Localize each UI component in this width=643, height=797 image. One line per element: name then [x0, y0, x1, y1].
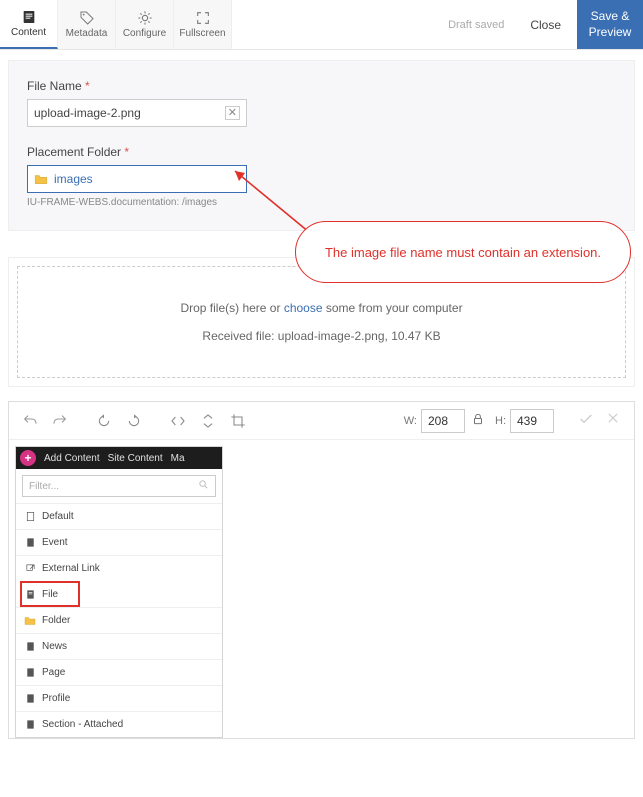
- list-item-file-highlighted: File: [20, 581, 80, 607]
- page-dark-icon: [24, 719, 36, 731]
- dropzone-prompt: Drop file(s) here or choose some from yo…: [180, 301, 462, 315]
- external-link-icon: [24, 563, 36, 575]
- tab-content[interactable]: Content: [0, 0, 58, 49]
- flip-vertical-icon: [200, 413, 216, 429]
- inner-add-content: Add Content: [44, 453, 100, 464]
- folder-icon: [34, 173, 48, 185]
- page-dark-icon: [24, 693, 36, 705]
- redo-icon: [52, 413, 68, 429]
- height-input[interactable]: [510, 409, 554, 433]
- rotate-right-icon: [126, 413, 142, 429]
- file-name-value: upload-image-2.png: [34, 106, 225, 120]
- list-item: Folder: [16, 607, 222, 633]
- fullscreen-icon: [195, 10, 211, 26]
- rotate-right-button[interactable]: [121, 408, 147, 434]
- list-item: News: [16, 633, 222, 659]
- redo-button[interactable]: [47, 408, 73, 434]
- file-name-input[interactable]: upload-image-2.png ✕: [27, 99, 247, 127]
- tab-fullscreen-label: Fullscreen: [179, 28, 225, 39]
- annotation-callout: The image file name must contain an exte…: [295, 221, 631, 283]
- image-editor: W: H: + Add Content Site Content Ma Filt…: [8, 401, 635, 739]
- close-button[interactable]: Close: [514, 0, 577, 49]
- list-item: External Link: [16, 555, 222, 581]
- file-name-label: File Name *: [27, 79, 616, 93]
- tab-metadata[interactable]: Metadata: [58, 0, 116, 49]
- page-icon: [24, 511, 36, 523]
- crop-icon: [230, 413, 246, 429]
- inner-header: + Add Content Site Content Ma: [16, 447, 222, 469]
- choose-link[interactable]: choose: [284, 301, 323, 315]
- aspect-lock-button[interactable]: [465, 412, 491, 429]
- image-preview: + Add Content Site Content Ma Filter... …: [15, 446, 223, 738]
- top-toolbar: Content Metadata Configure Fullscreen Dr…: [0, 0, 643, 50]
- required-star: *: [85, 79, 90, 93]
- flip-horizontal-icon: [170, 413, 186, 429]
- tab-configure-label: Configure: [123, 28, 166, 39]
- placement-folder-picker[interactable]: images: [27, 165, 247, 193]
- toolbar-spacer: [232, 0, 438, 49]
- list-item: Page: [16, 659, 222, 685]
- placement-folder-label: Placement Folder *: [27, 145, 616, 159]
- rotate-left-button[interactable]: [91, 408, 117, 434]
- width-label: W:: [404, 415, 417, 427]
- tab-configure[interactable]: Configure: [116, 0, 174, 49]
- clear-icon[interactable]: ✕: [225, 106, 240, 120]
- search-icon: [198, 479, 209, 493]
- tab-fullscreen[interactable]: Fullscreen: [174, 0, 232, 49]
- inner-trailing: Ma: [171, 453, 185, 464]
- required-star: *: [124, 145, 129, 159]
- editor-toolbar: W: H:: [9, 402, 634, 440]
- cancel-button[interactable]: [600, 411, 626, 430]
- placement-folder-value: images: [54, 172, 93, 186]
- document-icon: [21, 9, 37, 25]
- width-input[interactable]: [421, 409, 465, 433]
- draft-saved-label: Draft saved: [438, 0, 514, 49]
- page-dark-icon: [24, 641, 36, 653]
- list-item: Event: [16, 529, 222, 555]
- form-panel: File Name * upload-image-2.png ✕ Placeme…: [8, 60, 635, 231]
- close-icon: [606, 411, 620, 425]
- tab-content-label: Content: [11, 27, 46, 38]
- flip-horizontal-button[interactable]: [165, 408, 191, 434]
- crop-button[interactable]: [225, 408, 251, 434]
- inner-filter-input: Filter...: [22, 475, 216, 497]
- dropzone-received: Received file: upload-image-2.png, 10.47…: [202, 329, 440, 343]
- tab-metadata-label: Metadata: [66, 28, 108, 39]
- list-item: Section - Attached: [16, 711, 222, 737]
- list-item: Default: [16, 503, 222, 529]
- gear-icon: [137, 10, 153, 26]
- undo-button[interactable]: [17, 408, 43, 434]
- page-dark-icon: [24, 667, 36, 679]
- list-item: Profile: [16, 685, 222, 711]
- file-icon: [24, 589, 36, 601]
- flip-vertical-button[interactable]: [195, 408, 221, 434]
- rotate-left-icon: [96, 413, 112, 429]
- inner-list: Default Event External Link File Folder …: [16, 503, 222, 737]
- page-dark-icon: [24, 537, 36, 549]
- apply-button[interactable]: [572, 411, 600, 430]
- height-label: H:: [495, 415, 506, 427]
- tag-icon: [79, 10, 95, 26]
- inner-filter-row: Filter...: [16, 469, 222, 503]
- check-icon: [578, 411, 594, 427]
- inner-filter-placeholder: Filter...: [29, 481, 59, 492]
- save-preview-button[interactable]: Save & Preview: [577, 0, 643, 49]
- undo-icon: [22, 413, 38, 429]
- lock-icon: [471, 412, 485, 426]
- inner-site-content: Site Content: [108, 453, 163, 464]
- folder-icon: [24, 615, 36, 627]
- plus-icon: +: [20, 450, 36, 466]
